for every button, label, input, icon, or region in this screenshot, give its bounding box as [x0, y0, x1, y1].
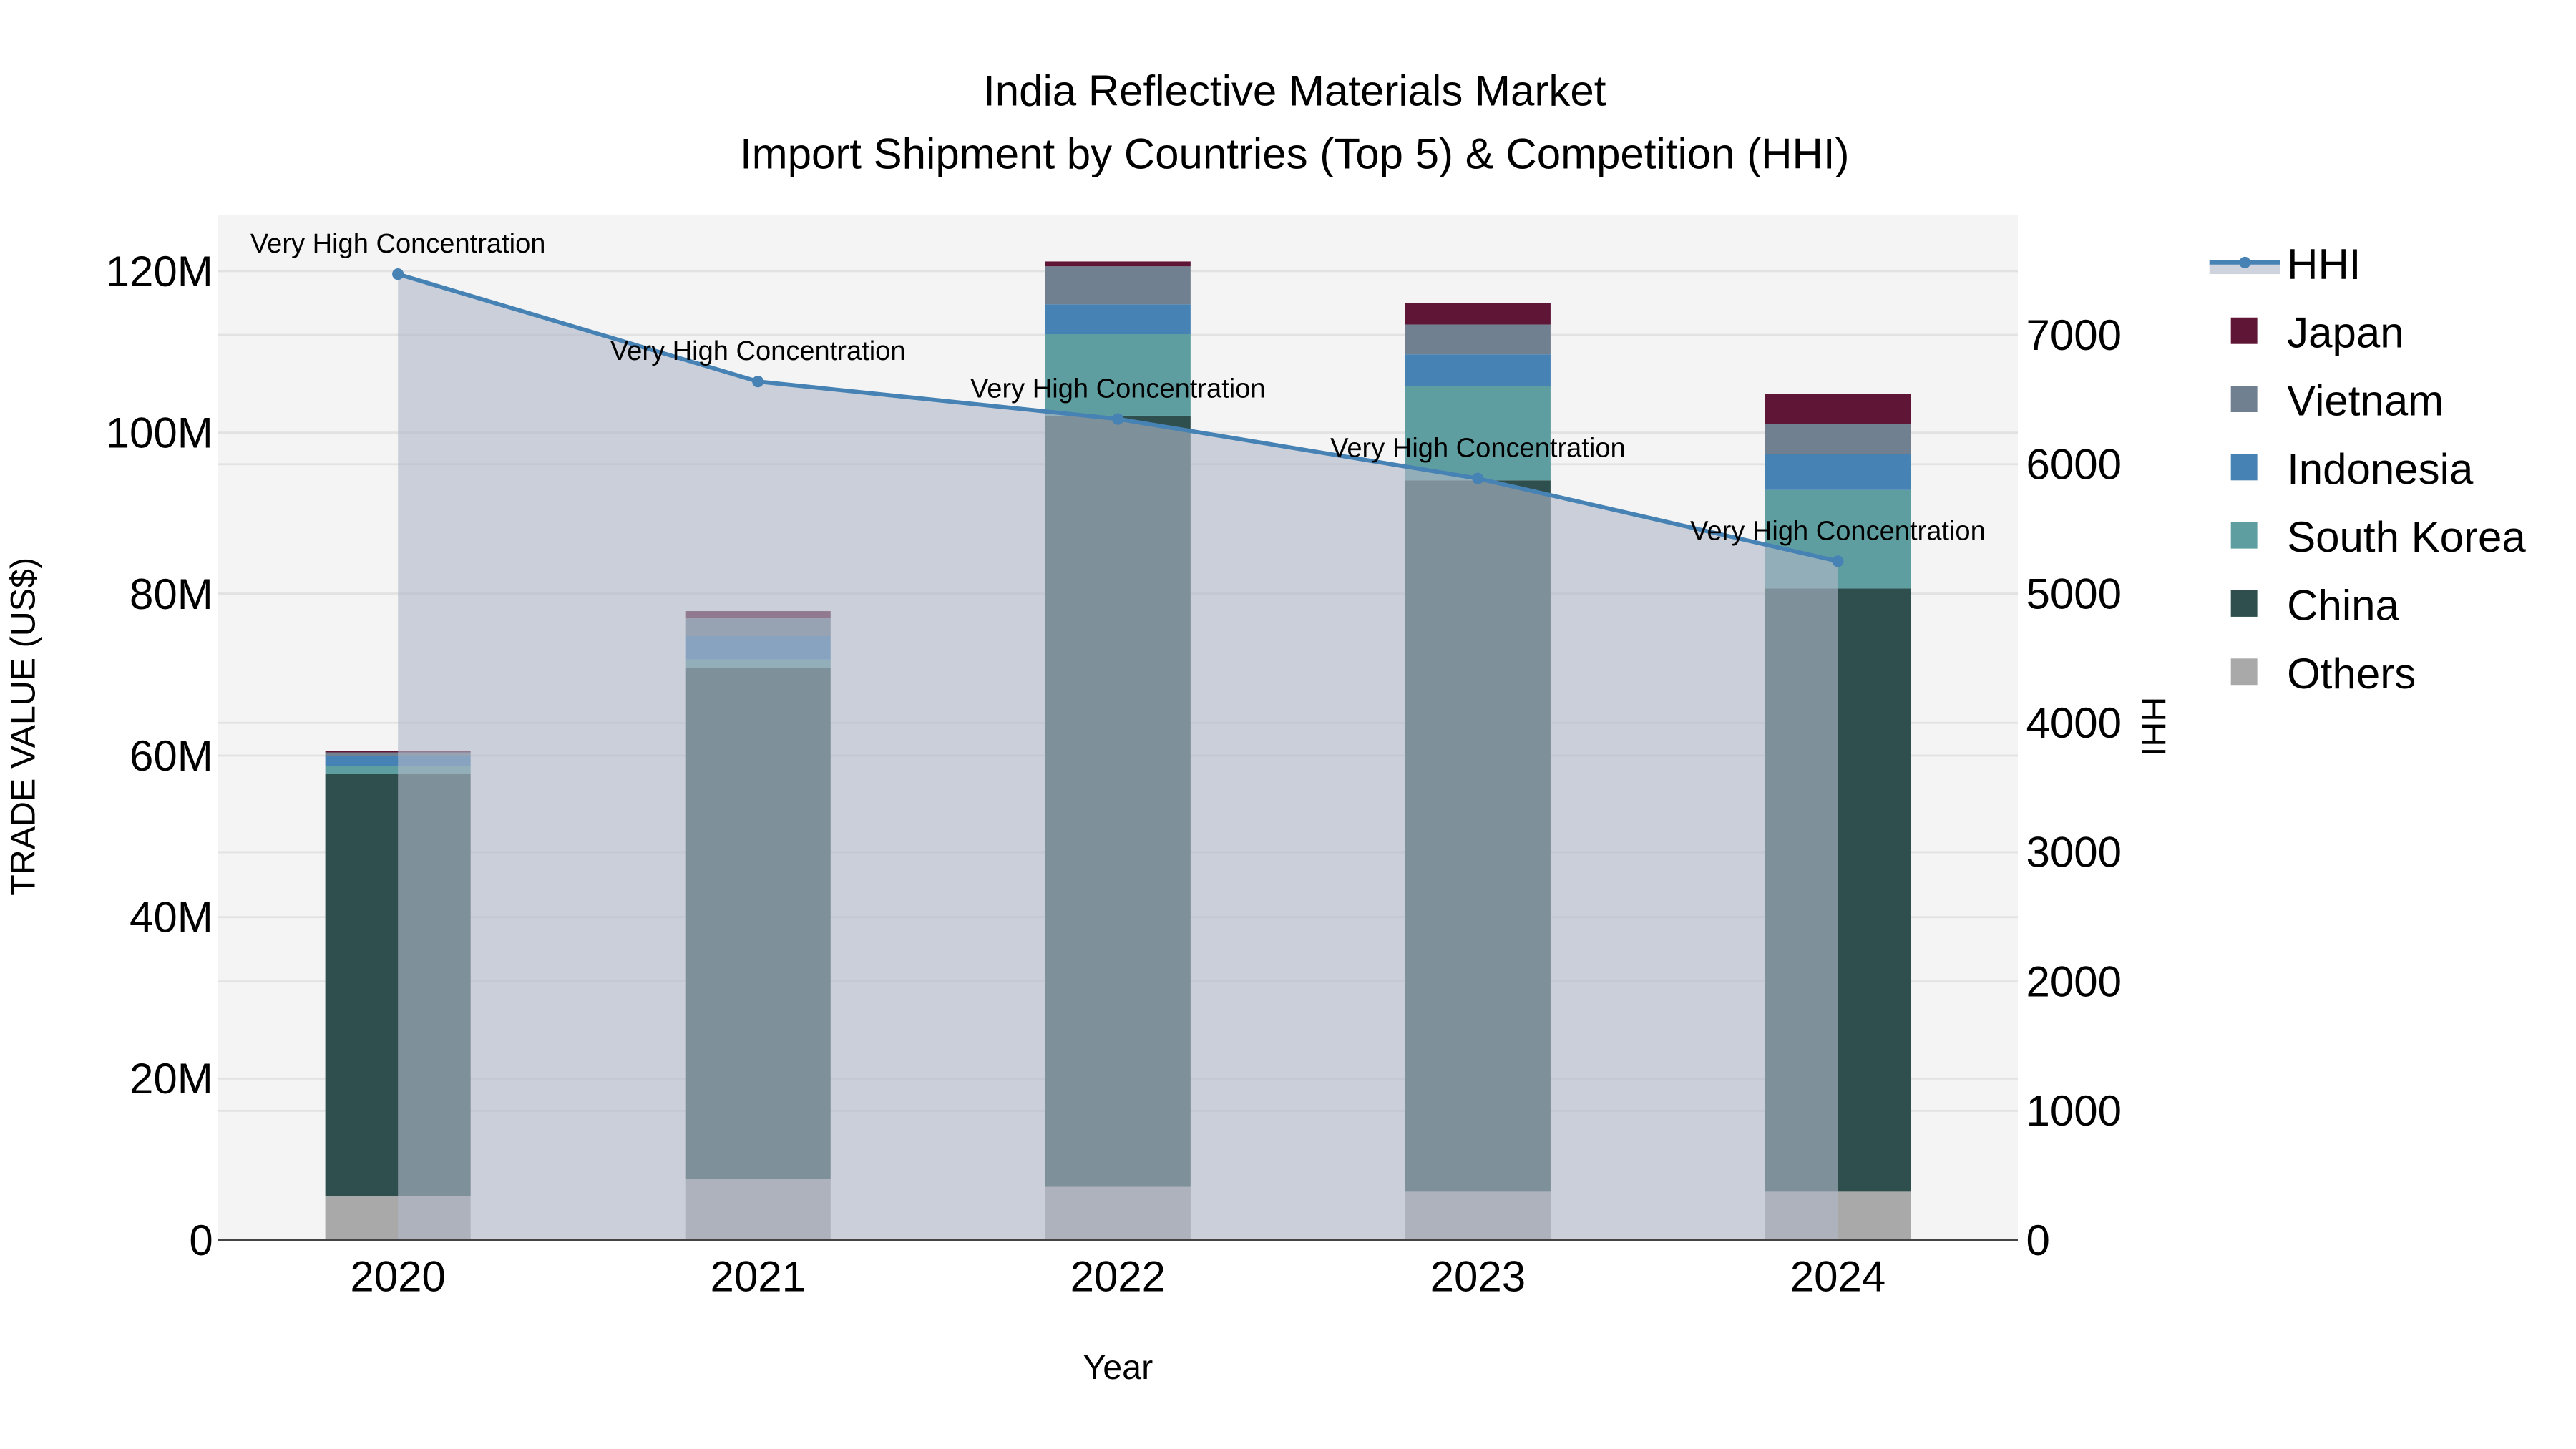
y2-tick-label: 6000	[2026, 441, 2122, 489]
legend-swatch-others	[2230, 658, 2258, 686]
y-axis-label: TRADE VALUE (US$)	[4, 557, 42, 896]
y2-tick-label: 2000	[2026, 957, 2122, 1005]
legend-label-indonesia: Indonesia	[2287, 445, 2474, 493]
y-tick-label: 100M	[106, 409, 213, 457]
bar-indonesia-2023	[1405, 354, 1551, 386]
bar-japan-2024	[1765, 394, 1911, 424]
hhi-annotation-2020: Very High Concentration	[250, 229, 546, 259]
hhi-point-2021	[752, 376, 764, 388]
hhi-point-2024	[1832, 555, 1844, 567]
legend-label-hhi: HHI	[2287, 240, 2361, 288]
legend-hhi-marker-icon	[2239, 256, 2251, 268]
chart: Very High Concentration Very High Concent…	[4, 67, 2526, 1387]
x-tick-label: 2023	[1430, 1253, 1526, 1301]
y2-tick-label: 7000	[2026, 311, 2122, 359]
x-axis-ticks: 2020 2021 2022 2023 2024	[350, 1253, 1885, 1301]
chart-title: India Reflective Materials Market	[983, 67, 1606, 115]
y-tick-label: 60M	[130, 732, 213, 780]
legend-label-japan: Japan	[2287, 308, 2404, 356]
y-tick-label: 0	[189, 1216, 213, 1264]
bar-vietnam-2023	[1405, 324, 1551, 355]
y-tick-label: 120M	[106, 248, 213, 296]
y2-tick-label: 4000	[2026, 699, 2122, 747]
legend-swatch-south-korea	[2230, 522, 2258, 549]
y2-tick-label: 0	[2026, 1216, 2050, 1264]
y2-tick-label: 3000	[2026, 829, 2122, 877]
hhi-annotation-2024: Very High Concentration	[1690, 516, 1986, 546]
hhi-point-2022	[1112, 413, 1124, 425]
legend-swatch-indonesia	[2230, 454, 2258, 481]
legend-swatch-japan	[2230, 317, 2258, 344]
y2-axis-label: HHI	[2134, 697, 2172, 756]
y-tick-label: 20M	[130, 1055, 213, 1103]
hhi-annotation-2023: Very High Concentration	[1330, 434, 1626, 464]
bar-indonesia-2024	[1765, 454, 1911, 490]
y-tick-label: 40M	[130, 893, 213, 941]
bar-vietnam-2022	[1045, 266, 1191, 305]
bar-indonesia-2022	[1045, 304, 1191, 335]
y2-tick-label: 1000	[2026, 1087, 2122, 1135]
bar-japan-2023	[1405, 302, 1551, 325]
hhi-annotation-2021: Very High Concentration	[610, 336, 906, 366]
legend-label-vietnam: Vietnam	[2287, 377, 2444, 425]
y-axis-ticks: 0 20M 40M 60M 80M 100M 120M	[106, 248, 213, 1264]
x-tick-label: 2024	[1790, 1253, 1885, 1301]
bar-japan-2022	[1045, 261, 1191, 267]
y-tick-label: 80M	[130, 570, 213, 618]
legend-label-others: Others	[2287, 650, 2416, 698]
y2-tick-label: 5000	[2026, 570, 2122, 618]
legend: HHI Japan Vietnam Indonesia South Korea China…	[2209, 240, 2526, 698]
y2-axis-ticks: 0 1000 2000 3000 4000 5000 6000 7000	[2026, 311, 2122, 1264]
hhi-point-2020	[392, 268, 404, 280]
legend-swatch-vietnam	[2230, 386, 2258, 412]
hhi-annotation-2022: Very High Concentration	[970, 374, 1266, 404]
legend-label-south-korea: South Korea	[2287, 513, 2526, 561]
chart-subtitle: Import Shipment by Countries (Top 5) & C…	[740, 130, 1850, 177]
x-tick-label: 2021	[710, 1253, 805, 1301]
x-tick-label: 2022	[1070, 1253, 1166, 1301]
legend-label-china: China	[2287, 582, 2399, 630]
x-axis-label: Year	[1083, 1348, 1153, 1387]
hhi-point-2023	[1472, 472, 1484, 484]
bar-vietnam-2024	[1765, 424, 1911, 454]
legend-swatch-china	[2230, 590, 2258, 617]
x-tick-label: 2020	[350, 1253, 445, 1301]
